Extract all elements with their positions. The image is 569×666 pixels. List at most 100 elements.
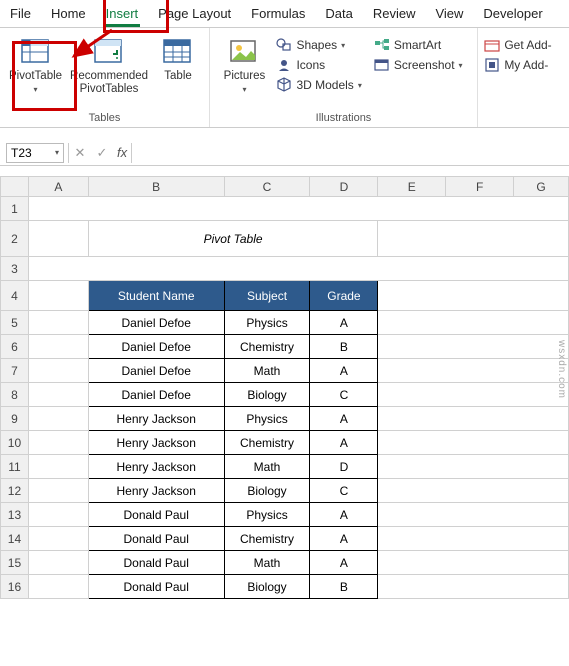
cell-data[interactable]: A <box>310 551 378 575</box>
cell-data[interactable]: Physics <box>224 311 310 335</box>
row-10[interactable]: 10 <box>1 431 29 455</box>
cell-data[interactable]: Chemistry <box>224 431 310 455</box>
recommended-label: Recommended PivotTables <box>70 70 148 95</box>
cell-data[interactable]: Donald Paul <box>88 503 224 527</box>
store-icon <box>484 37 500 53</box>
tab-home[interactable]: Home <box>41 2 96 27</box>
pivottable-button[interactable]: PivotTable▾ <box>5 34 66 97</box>
cell-data[interactable]: Physics <box>224 503 310 527</box>
chevron-down-icon: ▾ <box>242 85 246 94</box>
cell-data[interactable]: C <box>310 383 378 407</box>
row-11[interactable]: 11 <box>1 455 29 479</box>
row-14[interactable]: 14 <box>1 527 29 551</box>
pictures-icon <box>228 36 260 68</box>
recommended-pivot-icon <box>93 36 125 68</box>
row-5[interactable]: 5 <box>1 311 29 335</box>
shapes-button[interactable]: Shapes ▾ <box>274 36 363 54</box>
formula-input[interactable] <box>131 143 569 163</box>
cell-data[interactable]: Math <box>224 455 310 479</box>
cell-data[interactable]: Biology <box>224 383 310 407</box>
row-1[interactable]: 1 <box>1 197 29 221</box>
hdr-grade[interactable]: Grade <box>310 281 378 311</box>
cell-data[interactable]: Biology <box>224 479 310 503</box>
cell-data[interactable]: Math <box>224 551 310 575</box>
my-addins-button[interactable]: My Add- <box>482 56 553 74</box>
cell-data[interactable]: Chemistry <box>224 527 310 551</box>
row-2[interactable]: 2 <box>1 221 29 257</box>
cell-data[interactable]: A <box>310 359 378 383</box>
hdr-subject[interactable]: Subject <box>224 281 310 311</box>
tab-pagelayout[interactable]: Page Layout <box>148 2 241 27</box>
row-3[interactable]: 3 <box>1 257 29 281</box>
row-4[interactable]: 4 <box>1 281 29 311</box>
col-D[interactable]: D <box>310 177 378 197</box>
cell-data[interactable]: A <box>310 431 378 455</box>
spreadsheet-grid[interactable]: A B C D E F G 1 2 Pivot Table 3 4 Student… <box>0 176 569 599</box>
cell-data[interactable]: Chemistry <box>224 335 310 359</box>
col-F[interactable]: F <box>446 177 514 197</box>
chevron-down-icon: ▾ <box>341 41 345 50</box>
cell-data[interactable]: Daniel Defoe <box>88 311 224 335</box>
cell-data[interactable]: Donald Paul <box>88 575 224 599</box>
tab-insert[interactable]: Insert <box>96 2 149 27</box>
table-label: Table <box>164 70 192 83</box>
ribbon-tabs: File Home Insert Page Layout Formulas Da… <box>0 0 569 28</box>
fx-icon[interactable]: fx <box>113 145 131 160</box>
cell-data[interactable]: A <box>310 527 378 551</box>
cell-data[interactable]: Henry Jackson <box>88 407 224 431</box>
cell-data[interactable]: A <box>310 311 378 335</box>
row-12[interactable]: 12 <box>1 479 29 503</box>
screenshot-button[interactable]: Screenshot ▾ <box>372 56 465 74</box>
smartart-button[interactable]: SmartArt <box>372 36 465 54</box>
cell-data[interactable]: Donald Paul <box>88 551 224 575</box>
get-addins-button[interactable]: Get Add- <box>482 36 553 54</box>
icons-button[interactable]: Icons <box>274 56 363 74</box>
cell-data[interactable]: A <box>310 407 378 431</box>
cell-data[interactable]: Henry Jackson <box>88 455 224 479</box>
cell-data[interactable]: B <box>310 335 378 359</box>
pictures-button[interactable]: Pictures▾ <box>218 34 270 97</box>
name-box[interactable]: T23 ▾ <box>6 143 64 163</box>
cell-data[interactable]: Biology <box>224 575 310 599</box>
pivottable-label: PivotTable <box>9 70 62 82</box>
recommended-pivottables-button[interactable]: Recommended PivotTables <box>66 34 152 97</box>
col-A[interactable]: A <box>28 177 88 197</box>
row-8[interactable]: 8 <box>1 383 29 407</box>
col-C[interactable]: C <box>224 177 310 197</box>
cell-data[interactable]: Daniel Defoe <box>88 383 224 407</box>
shapes-label: Shapes <box>296 38 337 52</box>
cell-data[interactable]: C <box>310 479 378 503</box>
tab-view[interactable]: View <box>425 2 473 27</box>
cell-data[interactable]: Daniel Defoe <box>88 359 224 383</box>
cell-data[interactable]: Donald Paul <box>88 527 224 551</box>
row-7[interactable]: 7 <box>1 359 29 383</box>
row-9[interactable]: 9 <box>1 407 29 431</box>
table-button[interactable]: Table <box>152 34 204 85</box>
tab-formulas[interactable]: Formulas <box>241 2 315 27</box>
cell-data[interactable]: A <box>310 503 378 527</box>
cell-data[interactable]: Math <box>224 359 310 383</box>
3dmodels-button[interactable]: 3D Models ▾ <box>274 76 363 94</box>
row-13[interactable]: 13 <box>1 503 29 527</box>
hdr-student[interactable]: Student Name <box>88 281 224 311</box>
tab-review[interactable]: Review <box>363 2 426 27</box>
cell-data[interactable]: Physics <box>224 407 310 431</box>
tab-developer[interactable]: Developer <box>473 2 552 27</box>
col-B[interactable]: B <box>88 177 224 197</box>
row-16[interactable]: 16 <box>1 575 29 599</box>
cell-data[interactable]: D <box>310 455 378 479</box>
cell-data[interactable]: Henry Jackson <box>88 479 224 503</box>
tab-file[interactable]: File <box>0 2 41 27</box>
cell-data[interactable]: B <box>310 575 378 599</box>
row-15[interactable]: 15 <box>1 551 29 575</box>
name-box-value: T23 <box>11 146 32 160</box>
row-6[interactable]: 6 <box>1 335 29 359</box>
cell-data[interactable]: Daniel Defoe <box>88 335 224 359</box>
cell-data[interactable]: Henry Jackson <box>88 431 224 455</box>
col-E[interactable]: E <box>378 177 446 197</box>
tab-data[interactable]: Data <box>315 2 362 27</box>
title-cell[interactable]: Pivot Table <box>88 221 378 257</box>
chevron-down-icon: ▾ <box>55 148 59 157</box>
select-all[interactable] <box>1 177 29 197</box>
col-G[interactable]: G <box>514 177 569 197</box>
